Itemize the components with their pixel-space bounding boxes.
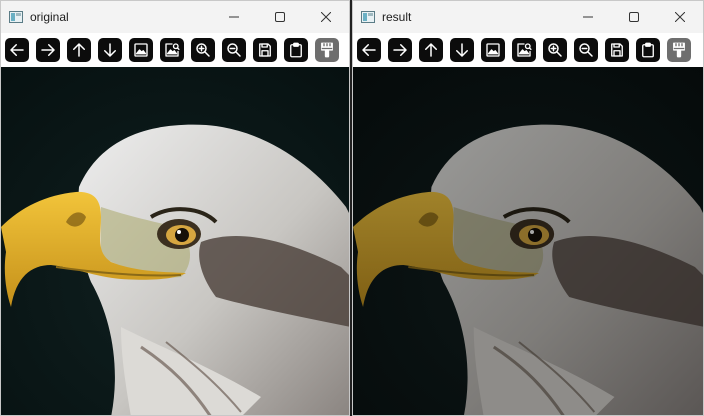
properties-button[interactable] [315, 38, 339, 62]
brush-icon [321, 42, 333, 58]
up-button[interactable] [67, 38, 91, 62]
clipboard-icon [642, 42, 654, 58]
image-button[interactable] [481, 38, 505, 62]
app-icon [361, 11, 375, 23]
zoom-in-button[interactable] [191, 38, 215, 62]
arrow-down-icon [104, 43, 116, 57]
window-result: result [352, 0, 704, 416]
image-icon [486, 43, 500, 57]
image-zoom-button[interactable] [160, 38, 184, 62]
save-icon [611, 43, 623, 57]
title-bar[interactable]: result [353, 1, 703, 33]
eagle-photo [353, 67, 703, 415]
minimize-icon [583, 16, 593, 18]
image-search-icon [165, 43, 180, 57]
arrow-left-icon [362, 44, 376, 56]
title-bar[interactable]: original [1, 1, 349, 33]
up-button[interactable] [419, 38, 443, 62]
down-button[interactable] [98, 38, 122, 62]
clipboard-button[interactable] [284, 38, 308, 62]
arrow-right-icon [393, 44, 407, 56]
window-title: original [30, 10, 69, 24]
forward-button[interactable] [388, 38, 412, 62]
maximize-icon [275, 12, 285, 22]
back-button[interactable] [5, 38, 29, 62]
properties-button[interactable] [667, 38, 691, 62]
clipboard-button[interactable] [636, 38, 660, 62]
zoom-out-button[interactable] [574, 38, 598, 62]
close-button[interactable] [303, 1, 349, 33]
arrow-right-icon [41, 44, 55, 56]
arrow-up-icon [425, 43, 437, 57]
minimize-button[interactable] [211, 1, 257, 33]
image-search-icon [517, 43, 532, 57]
maximize-icon [629, 12, 639, 22]
image-view[interactable] [1, 67, 349, 415]
zoom-out-icon [227, 43, 241, 57]
window-title: result [382, 10, 412, 24]
zoom-in-icon [196, 43, 210, 57]
arrow-down-icon [456, 43, 468, 57]
zoom-out-icon [579, 43, 593, 57]
arrow-left-icon [10, 44, 24, 56]
down-button[interactable] [450, 38, 474, 62]
arrow-up-icon [73, 43, 85, 57]
save-icon [259, 43, 271, 57]
window-original: original [0, 0, 350, 416]
back-button[interactable] [357, 38, 381, 62]
clipboard-icon [290, 42, 302, 58]
save-button[interactable] [605, 38, 629, 62]
close-icon [675, 12, 685, 22]
toolbar [353, 33, 703, 67]
close-icon [321, 12, 331, 22]
minimize-icon [229, 16, 239, 18]
save-button[interactable] [253, 38, 277, 62]
image-zoom-button[interactable] [512, 38, 536, 62]
toolbar [1, 33, 349, 67]
app-icon [9, 11, 23, 23]
minimize-button[interactable] [565, 1, 611, 33]
image-view[interactable] [353, 67, 703, 415]
maximize-button[interactable] [611, 1, 657, 33]
forward-button[interactable] [36, 38, 60, 62]
image-button[interactable] [129, 38, 153, 62]
zoom-out-button[interactable] [222, 38, 246, 62]
brush-icon [673, 42, 685, 58]
eagle-photo [1, 67, 349, 415]
zoom-in-button[interactable] [543, 38, 567, 62]
close-button[interactable] [657, 1, 703, 33]
zoom-in-icon [548, 43, 562, 57]
image-icon [134, 43, 148, 57]
maximize-button[interactable] [257, 1, 303, 33]
